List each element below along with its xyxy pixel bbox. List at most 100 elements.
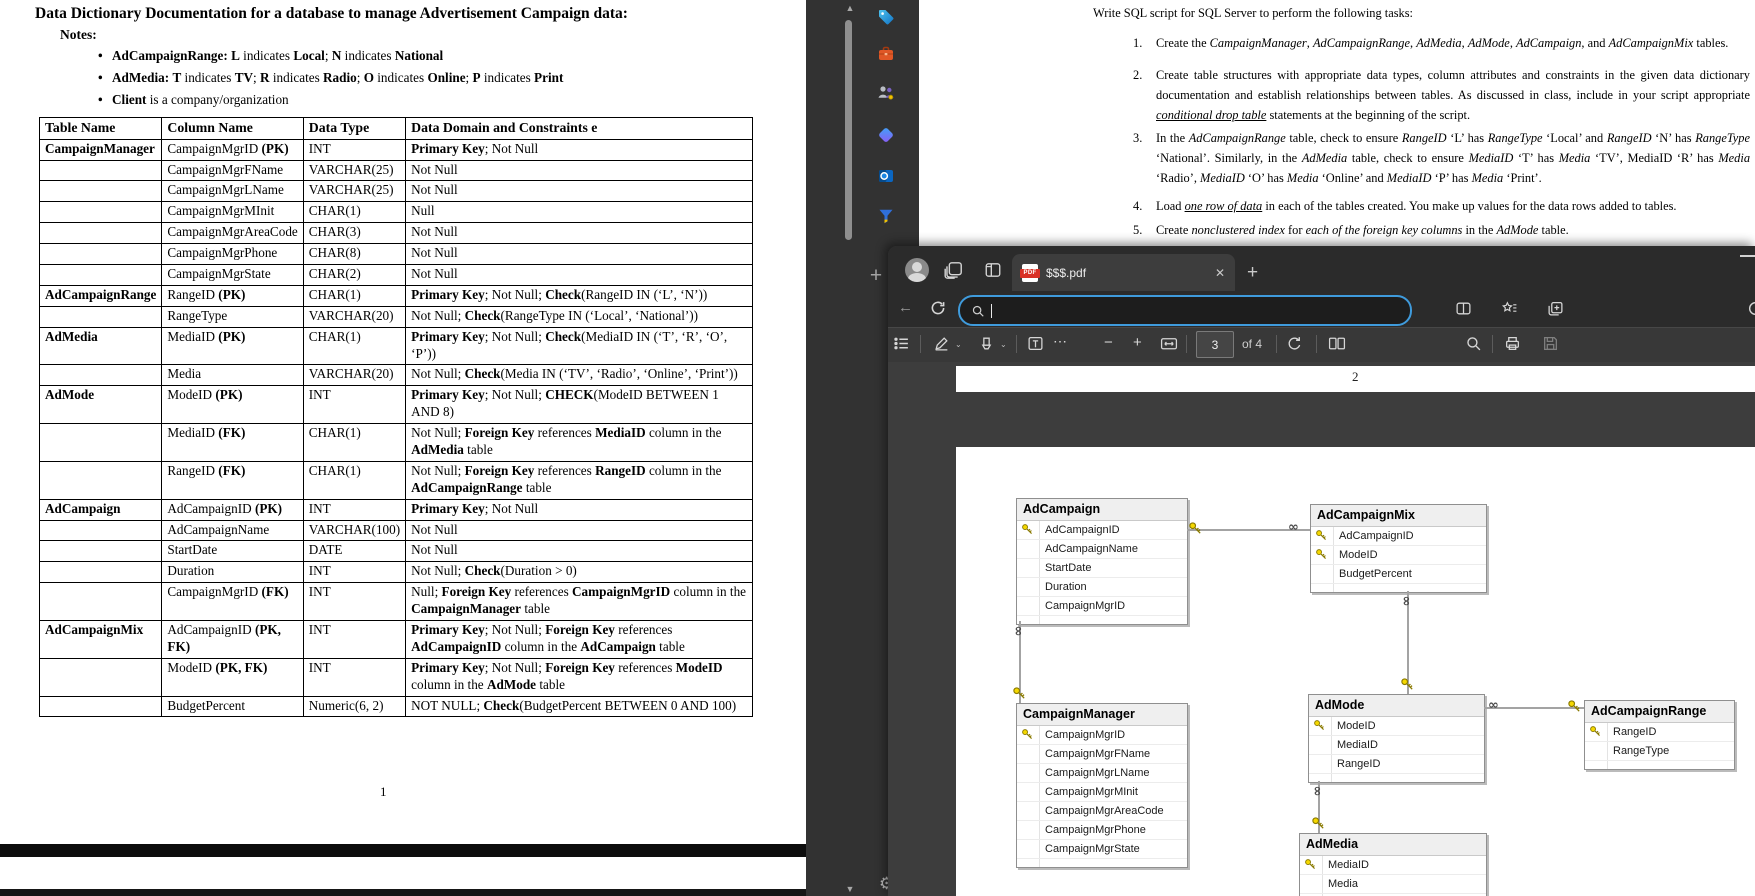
new-tab-button[interactable]: + xyxy=(1247,262,1258,284)
chevron-down-icon[interactable]: ⌄ xyxy=(955,340,962,349)
diagram-field: CampaignMgrID xyxy=(1017,726,1187,745)
funnel-icon[interactable] xyxy=(877,207,895,225)
task-item: 1. Create the CampaignManager, AdCampaign… xyxy=(1133,36,1729,50)
table-row: StartDate DATE Not Null xyxy=(38,540,754,563)
scroll-down-arrow[interactable]: ▼ xyxy=(843,884,857,894)
diagram-field: Media xyxy=(1300,875,1486,894)
primary-key-icon xyxy=(1021,728,1035,742)
table-row: AdCampaignRange RangeID (PK) CHAR(1) Primar… xyxy=(38,284,754,307)
add-text-icon[interactable] xyxy=(1027,335,1044,352)
diagram-field: CampaignMgrAreaCode xyxy=(1017,802,1187,821)
diagram-field: RangeID xyxy=(1585,723,1734,742)
table-row: CampaignManager CampaignMgrID (PK) INT Prim… xyxy=(38,138,754,161)
table-row: CampaignMgrPhone CHAR(8) Not Null xyxy=(38,243,754,265)
key-end-icon xyxy=(1400,677,1416,693)
minimize-button[interactable] xyxy=(1740,255,1755,257)
diagram-table-title: AdMedia xyxy=(1300,834,1486,856)
pdf-search-icon[interactable] xyxy=(1465,335,1482,352)
diagram-field: Duration xyxy=(1017,578,1187,597)
primary-key-icon xyxy=(1021,523,1035,537)
primary-key-icon xyxy=(1313,719,1327,733)
table-row: CampaignMgrAreaCode CHAR(3) Not Null xyxy=(38,222,754,245)
many-end-icon: ∞ xyxy=(1010,625,1026,636)
table-row: Media VARCHAR(20) Not Null; Check(Media IN… xyxy=(38,364,754,387)
diagram-table-title: AdCampaignRange xyxy=(1585,701,1734,723)
table-row: AdCampaign AdCampaignID (PK) INT Primary Ke… xyxy=(38,498,754,521)
table-of-contents-icon[interactable] xyxy=(893,335,910,352)
task-item: 4. Load one row of data in each of the ta… xyxy=(1133,199,1677,213)
left-pdf-page-1: Data Dictionary Documentation for a data… xyxy=(0,0,806,844)
rotate-icon[interactable] xyxy=(1286,335,1303,352)
page-view-icon[interactable] xyxy=(1328,335,1346,352)
key-end-icon xyxy=(1567,699,1583,715)
zoom-in-icon[interactable]: + xyxy=(1133,334,1142,351)
tab-pdf[interactable]: PDF $$$.pdf ✕ xyxy=(1012,254,1235,291)
tab-actions-icon[interactable] xyxy=(984,261,1002,279)
notes-label: Notes: xyxy=(60,27,97,42)
sidebar-add-button[interactable]: + xyxy=(864,264,888,288)
refresh-button[interactable] xyxy=(929,299,947,317)
tasks-intro: Write SQL script for SQL Server to perfo… xyxy=(1093,6,1413,20)
table-row: RangeID (FK) CHAR(1) Not Null; Foreign Key… xyxy=(38,460,754,500)
highlight-icon[interactable] xyxy=(978,335,995,352)
document-title: Data Dictionary Documentation for a data… xyxy=(35,5,628,22)
page-number-input[interactable] xyxy=(1196,331,1234,358)
column-header: Data Domain and Constraints e xyxy=(405,117,754,140)
column-header: Column Name xyxy=(161,117,304,140)
diagram-field: BudgetPercent xyxy=(1311,565,1486,584)
diagram-table-title: AdMode xyxy=(1309,695,1484,717)
tag-icon[interactable] xyxy=(877,8,895,26)
table-row: AdCampaignName VARCHAR(100) Not Null xyxy=(38,519,754,542)
copilot-diamond-icon[interactable] xyxy=(877,126,895,144)
page-number-2: 2 xyxy=(1352,369,1359,384)
table-row: CampaignMgrFName VARCHAR(25) Not Null xyxy=(38,159,754,182)
favorites-icon[interactable] xyxy=(1501,300,1518,317)
table-row: AdMode ModeID (PK) INT Primary Key; Not Nul… xyxy=(38,385,754,425)
fit-to-width-icon[interactable] xyxy=(1160,335,1178,352)
toolbar-divider xyxy=(920,335,921,353)
outlook-icon[interactable] xyxy=(877,167,895,185)
primary-key-icon xyxy=(1315,548,1329,562)
diagram-table-title: AdCampaignMix xyxy=(1311,505,1486,527)
more-options-icon[interactable]: ⋯ xyxy=(1053,333,1068,350)
many-end-icon: ∞ xyxy=(1309,785,1325,796)
save-icon[interactable] xyxy=(1542,335,1559,352)
primary-key-icon xyxy=(1304,858,1318,872)
diagram-field: RangeID xyxy=(1309,755,1484,774)
diagram-field: RangeType xyxy=(1585,742,1734,761)
draw-pen-icon[interactable] xyxy=(933,335,950,352)
sidebar-scrollbar-thumb[interactable] xyxy=(845,20,852,240)
table-row: AdCampaignMix AdCampaignID (PK, FK) INT Pri… xyxy=(38,620,754,659)
diagram-field: ModeID xyxy=(1311,546,1486,565)
split-screen-icon[interactable] xyxy=(1455,300,1472,317)
diagram-field: MediaID xyxy=(1309,736,1484,755)
scroll-up-arrow[interactable]: ▲ xyxy=(843,3,857,13)
diagram-field: StartDate xyxy=(1017,559,1187,578)
back-button[interactable]: ← xyxy=(898,299,913,316)
diagram-field: AdCampaignID xyxy=(1017,521,1187,540)
close-tab-icon[interactable]: ✕ xyxy=(1215,266,1225,280)
task-item: 5. Create nonclustered index for each of … xyxy=(1133,223,1569,237)
diagram-field: MediaID xyxy=(1300,856,1486,875)
browser-essentials-icon[interactable] xyxy=(1747,300,1755,317)
toolbar-divider xyxy=(1316,335,1317,353)
diagram-field: AdCampaignID xyxy=(1311,527,1486,546)
chevron-down-icon[interactable]: ⌄ xyxy=(1000,340,1007,349)
diagram-field: CampaignMgrMInit xyxy=(1017,783,1187,802)
page-number-1: 1 xyxy=(380,784,387,799)
screen: Data Dictionary Documentation for a data… xyxy=(0,0,1755,896)
task-item: 2. Create table structures with appropria… xyxy=(1133,68,1750,122)
collections-icon[interactable] xyxy=(1547,300,1564,317)
profile-avatar-icon[interactable] xyxy=(905,258,929,282)
pdf-page-3-diagram: AdCampaign AdCampaignID AdCampaignName Star… xyxy=(956,447,1755,896)
zoom-out-icon[interactable]: − xyxy=(1104,334,1113,351)
workspaces-icon[interactable] xyxy=(944,261,963,280)
table-row: CampaignMgrState CHAR(2) Not Null xyxy=(38,264,754,286)
address-bar[interactable] xyxy=(958,295,1412,326)
diagram-field: CampaignMgrPhone xyxy=(1017,821,1187,840)
many-end-icon: ∞ xyxy=(1488,698,1499,713)
print-icon[interactable] xyxy=(1504,335,1521,352)
briefcase-icon[interactable] xyxy=(877,45,895,63)
people-key-icon[interactable] xyxy=(877,84,895,102)
key-end-icon xyxy=(1188,521,1204,537)
